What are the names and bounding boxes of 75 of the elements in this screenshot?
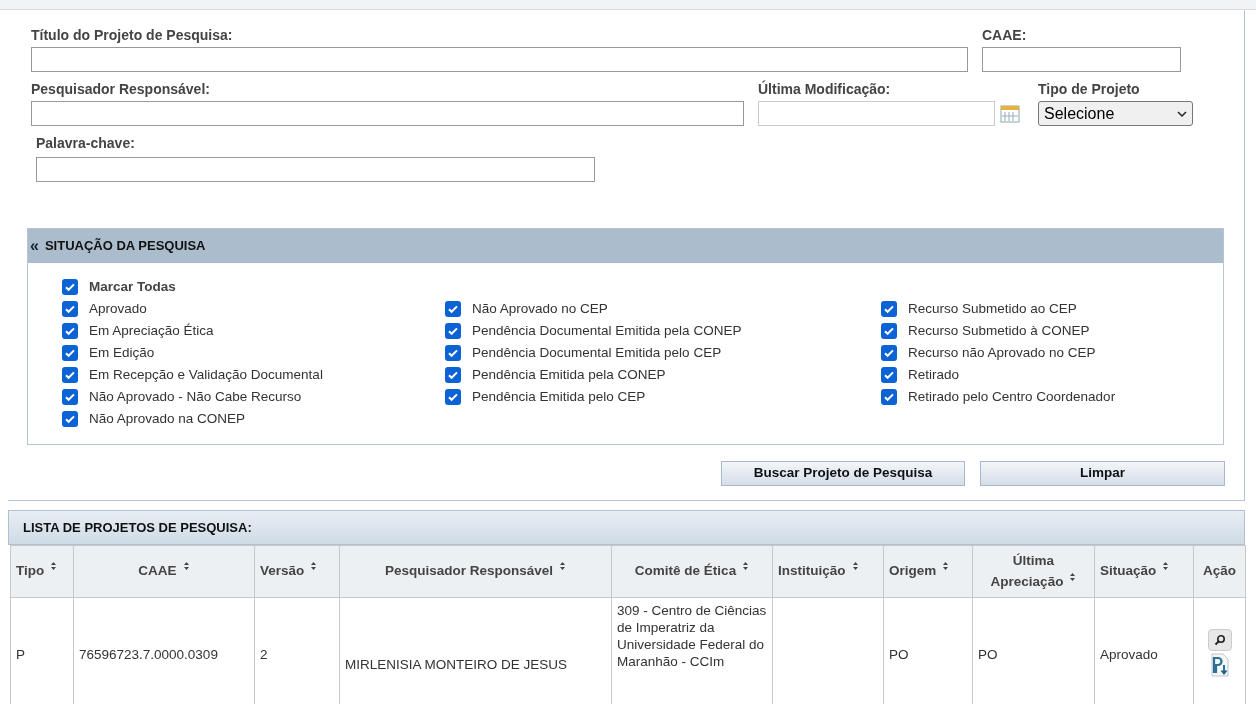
sort-icon[interactable] <box>742 561 750 572</box>
checkbox[interactable] <box>62 367 78 383</box>
pdf-download-icon[interactable] <box>1209 653 1230 677</box>
column-header[interactable]: Origem <box>883 545 973 598</box>
checkbox-label[interactable]: Em Apreciação Ética <box>89 320 214 342</box>
checkbox[interactable] <box>881 345 897 361</box>
checkbox-label[interactable]: Recurso Submetido à CONEP <box>908 320 1090 342</box>
collapse-toggle[interactable]: « <box>30 234 39 258</box>
checkbox-label[interactable]: Retirado pelo Centro Coordenador <box>908 386 1116 408</box>
column-header[interactable]: Tipo <box>10 545 74 598</box>
sort-icon[interactable] <box>851 561 859 572</box>
input-field[interactable] <box>36 157 595 182</box>
field-label: Palavra-chave: <box>36 134 136 152</box>
checkbox[interactable] <box>62 279 78 295</box>
checkbox[interactable] <box>445 323 461 339</box>
checkbox[interactable] <box>881 389 897 405</box>
column-header[interactable]: Situação <box>1094 545 1194 598</box>
checkbox[interactable] <box>881 301 897 317</box>
checkbox[interactable] <box>445 301 461 317</box>
view-button[interactable] <box>1207 629 1232 651</box>
field-label: Título do Projeto de Pesquisa: <box>31 26 234 44</box>
field-label: Última Modificação: <box>758 80 892 98</box>
sort-icon[interactable] <box>1162 561 1170 572</box>
checkbox[interactable] <box>62 301 78 317</box>
select-field[interactable]: Selecione <box>1038 101 1193 126</box>
column-header[interactable]: Comitê de Ética <box>611 545 773 598</box>
checkbox[interactable] <box>62 323 78 339</box>
checkbox-label[interactable]: Recurso não Aprovado no CEP <box>908 342 1096 364</box>
checkbox[interactable] <box>445 389 461 405</box>
search-icon <box>1213 634 1226 646</box>
field-label: CAAE: <box>982 26 1028 44</box>
field-label: Pesquisador Responsável: <box>31 80 211 98</box>
checkbox-label[interactable]: Pendência Emitida pelo CEP <box>472 386 646 408</box>
checkbox[interactable] <box>881 367 897 383</box>
caret-icon <box>1177 109 1187 118</box>
checkbox-label[interactable]: Pendência Documental Emitida pela CONEP <box>472 320 742 342</box>
checkbox[interactable] <box>62 411 78 427</box>
checkbox[interactable] <box>62 345 78 361</box>
sort-icon[interactable] <box>182 561 190 572</box>
date-field[interactable] <box>758 101 995 126</box>
column-header[interactable]: Versão <box>254 545 340 598</box>
input-field[interactable] <box>982 47 1181 72</box>
sort-icon[interactable] <box>942 561 950 572</box>
checkbox[interactable] <box>445 345 461 361</box>
section-title: SITUAÇÃO DA PESQUISA <box>44 237 206 256</box>
checkbox[interactable] <box>62 389 78 405</box>
checkbox[interactable] <box>881 323 897 339</box>
sort-icon[interactable] <box>1069 571 1077 582</box>
search-button[interactable]: Buscar Projeto de Pesquisa <box>721 461 965 486</box>
column-header[interactable]: Última Apreciação <box>972 545 1095 598</box>
checkbox-label[interactable]: Marcar Todas <box>89 276 176 298</box>
input-field[interactable] <box>31 101 744 126</box>
field-label: Tipo de Projeto <box>1038 80 1141 98</box>
table-cell: P <box>10 597 74 704</box>
sort-icon[interactable] <box>310 561 318 572</box>
checkbox-label[interactable]: Recurso Submetido ao CEP <box>908 298 1077 320</box>
checkbox-label[interactable]: Pendência Emitida pela CONEP <box>472 364 666 386</box>
checkbox-label[interactable]: Não Aprovado no CEP <box>472 298 608 320</box>
input-field[interactable] <box>31 47 968 72</box>
column-header[interactable]: Pesquisador Responsável <box>339 545 612 598</box>
column-header[interactable]: Instituição <box>772 545 884 598</box>
list-title: LISTA DE PROJETOS DE PESQUISA: <box>8 510 1245 545</box>
checkbox-label[interactable]: Em Edição <box>89 342 155 364</box>
checkbox-label[interactable]: Pendência Documental Emitida pelo CEP <box>472 342 722 364</box>
clear-button[interactable]: Limpar <box>980 461 1225 486</box>
checkbox-label[interactable]: Não Aprovado - Não Cabe Recurso <box>89 386 302 408</box>
sort-icon[interactable] <box>559 561 567 572</box>
checkbox-label[interactable]: Retirado <box>908 364 960 386</box>
checkbox-label[interactable]: Em Recepção e Validação Documental <box>89 364 323 386</box>
checkbox[interactable] <box>445 367 461 383</box>
column-header[interactable]: CAAE <box>73 545 255 598</box>
checkbox-label[interactable]: Não Aprovado na CONEP <box>89 408 246 430</box>
column-header: Ação <box>1193 545 1246 598</box>
checkbox-label[interactable]: Aprovado <box>89 298 147 320</box>
sort-icon[interactable] <box>50 561 58 572</box>
